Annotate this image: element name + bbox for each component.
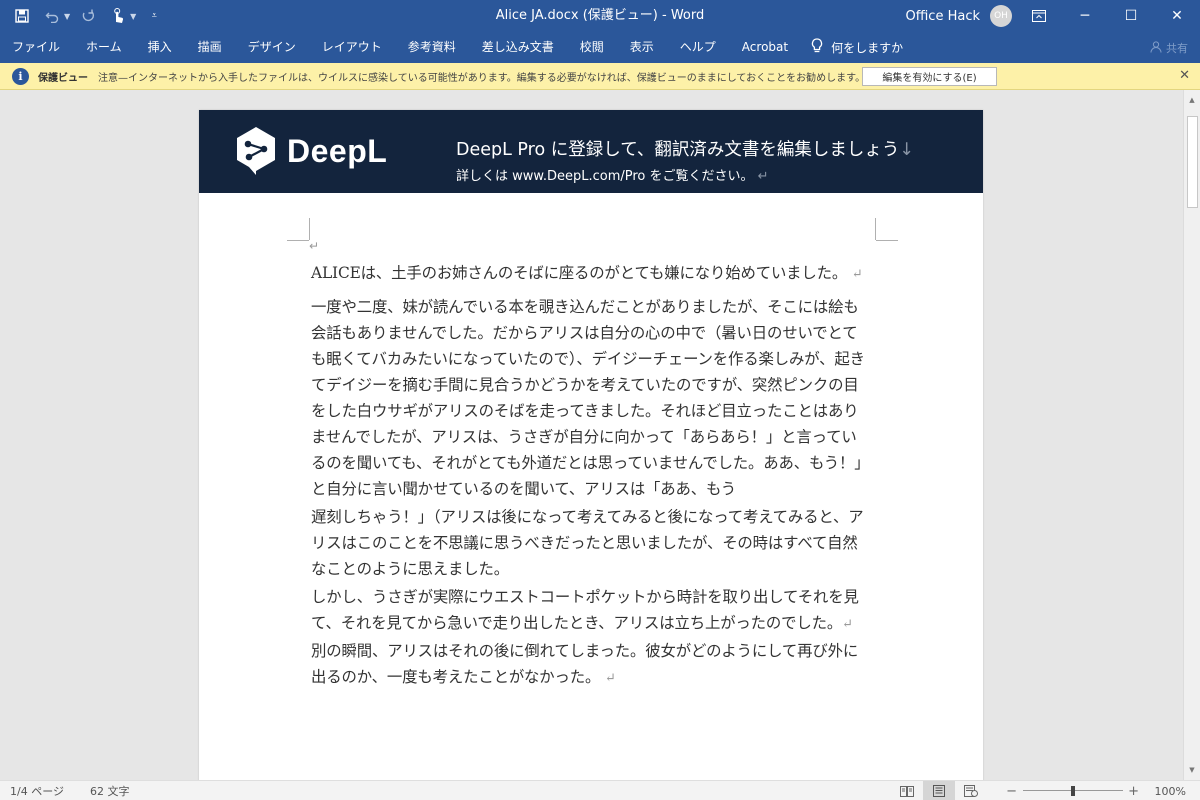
read-mode-icon[interactable]	[891, 781, 923, 800]
paragraph: しかし、うさぎが実際にウエストコートポケットから時計を取り出してそれを見て、それ…	[311, 584, 867, 638]
share-button[interactable]: 共有	[1150, 40, 1188, 56]
redo-icon[interactable]	[76, 4, 100, 28]
crop-mark	[876, 240, 898, 241]
word-count[interactable]: 62 文字	[90, 783, 130, 799]
paragraph-text: 一度や二度、妹が読んでいる本を覗き込んだことがありましたが、そこには絵も会話もあ…	[311, 298, 865, 498]
tab-draw[interactable]: 描画	[185, 32, 235, 63]
paragraph: 遅刻しちゃう！」（アリスは後になって考えてみると後になって考えてみると、アリスは…	[311, 504, 867, 584]
scroll-down-icon[interactable]: ▼	[1184, 762, 1200, 778]
deepl-logo-icon	[237, 127, 275, 175]
paragraph-text: ALICEは、土手のお姉さんのそばに座るのがとても嫌になり始めていました。	[311, 264, 848, 282]
paragraph-text: しかし、うさぎが実際にウエストコートポケットから時計を取り出してそれを見て、それ…	[311, 588, 859, 632]
page-count[interactable]: 1/4 ページ	[10, 783, 64, 799]
undo-icon[interactable]	[40, 4, 64, 28]
maximize-button[interactable]: ☐	[1108, 0, 1154, 32]
crop-mark	[875, 218, 876, 240]
undo-dropdown-icon[interactable]: ▼	[64, 12, 70, 21]
banner-subline: 詳しくは www.DeepL.com/Pro をご覧ください。 ↵	[456, 165, 769, 184]
paragraph: ALICEは、土手のお姉さんのそばに座るのがとても嫌になり始めていました。 ↵	[311, 260, 867, 288]
tab-file[interactable]: ファイル	[0, 32, 73, 63]
tab-help[interactable]: ヘルプ	[667, 32, 729, 63]
view-and-zoom-controls: − + 100%	[891, 781, 1186, 800]
paragraph-text: 別の瞬間、アリスはそれの後に倒れてしまった。彼女がどのようにして再び外に出るのか…	[311, 642, 859, 686]
enable-editing-button[interactable]: 編集を有効にする(E)	[862, 67, 997, 86]
title-bar: ▼ ▼ ⩡ Alice JA.docx (保護ビュー) - Word Offic…	[0, 0, 1200, 32]
document-page[interactable]: DeepL DeepL Pro に登録して、翻訳済み文書を編集しましょう↓ 詳し…	[199, 110, 983, 780]
touch-mode-icon[interactable]	[106, 4, 130, 28]
crop-mark	[309, 218, 310, 240]
zoom-out-button[interactable]: −	[1005, 784, 1019, 799]
info-icon: i	[12, 67, 29, 85]
paragraph-mark: ↵	[309, 239, 320, 253]
ribbon-display-options-icon[interactable]	[1016, 0, 1062, 32]
tab-references[interactable]: 参考資料	[395, 32, 469, 63]
banner-headline: DeepL Pro に登録して、翻訳済み文書を編集しましょう↓	[456, 136, 914, 161]
save-icon[interactable]	[10, 4, 34, 28]
tell-me-label: 何をしますか	[831, 41, 904, 55]
deepl-logo-text: DeepL	[287, 132, 388, 169]
tab-view[interactable]: 表示	[617, 32, 667, 63]
status-bar: 1/4 ページ 62 文字 − + 100%	[0, 780, 1200, 800]
lightbulb-icon	[811, 38, 823, 57]
zoom-level[interactable]: 100%	[1155, 785, 1186, 798]
scroll-up-icon[interactable]: ▲	[1184, 92, 1200, 108]
ribbon-tabs: ファイル ホーム 挿入 描画 デザイン レイアウト 参考資料 差し込み文書 校閲…	[0, 32, 1200, 63]
paragraph-mark: ↵	[605, 671, 616, 686]
zoom-slider-handle[interactable]	[1070, 786, 1075, 796]
window-controls: ─ ☐ ✕	[1016, 0, 1200, 32]
close-icon[interactable]: ✕	[1179, 68, 1190, 83]
protected-view-bar: i 保護ビュー 注意—インターネットから入手したファイルは、ウイルスに感染してい…	[0, 63, 1200, 90]
quick-access-toolbar: ▼ ▼ ⩡	[10, 0, 166, 32]
user-name: Office Hack	[905, 8, 981, 24]
vertical-scrollbar[interactable]: ▲ ▼	[1183, 90, 1200, 780]
web-layout-icon[interactable]	[955, 781, 987, 800]
tab-layout[interactable]: レイアウト	[309, 32, 395, 63]
share-label: 共有	[1166, 42, 1188, 55]
protected-view-message: 注意—インターネットから入手したファイルは、ウイルスに感染している可能性がありま…	[98, 72, 866, 84]
banner-headline-text: DeepL Pro に登録して、翻訳済み文書を編集しましょう	[456, 140, 900, 160]
tab-mailings[interactable]: 差し込み文書	[469, 32, 567, 63]
tab-home[interactable]: ホーム	[73, 32, 135, 63]
scroll-thumb[interactable]	[1187, 116, 1198, 208]
minimize-button[interactable]: ─	[1062, 0, 1108, 32]
tab-design[interactable]: デザイン	[235, 32, 309, 63]
paragraph-mark: ↵	[757, 169, 769, 184]
avatar[interactable]: OH	[990, 5, 1012, 27]
paragraph-text: 遅刻しちゃう！」（アリスは後になって考えてみると後になって考えてみると、アリスは…	[311, 508, 864, 578]
person-icon	[1150, 40, 1162, 56]
tab-acrobat[interactable]: Acrobat	[729, 32, 801, 63]
customize-qat-icon[interactable]: ⩡	[142, 4, 166, 28]
close-button[interactable]: ✕	[1154, 0, 1200, 32]
document-body[interactable]: ALICEは、土手のお姉さんのそばに座るのがとても嫌になり始めていました。 ↵ …	[311, 260, 867, 692]
tab-review[interactable]: 校閲	[567, 32, 617, 63]
touch-dropdown-icon[interactable]: ▼	[130, 12, 136, 21]
line-break-mark: ↓	[899, 140, 915, 160]
banner-subline-text: 詳しくは www.DeepL.com/Pro をご覧ください。	[456, 169, 754, 184]
zoom-in-button[interactable]: +	[1127, 784, 1141, 799]
user-account[interactable]: Office Hack OH	[905, 0, 1012, 32]
document-area[interactable]: DeepL DeepL Pro に登録して、翻訳済み文書を編集しましょう↓ 詳し…	[0, 90, 1183, 780]
zoom-slider[interactable]	[1022, 781, 1123, 800]
tab-insert[interactable]: 挿入	[135, 32, 185, 63]
deepl-logo: DeepL	[235, 126, 387, 176]
paragraph: 一度や二度、妹が読んでいる本を覗き込んだことがありましたが、そこには絵も会話もあ…	[311, 294, 867, 504]
paragraph-mark: ↵	[842, 617, 853, 632]
deepl-banner: DeepL DeepL Pro に登録して、翻訳済み文書を編集しましょう↓ 詳し…	[199, 110, 983, 193]
paragraph: 別の瞬間、アリスはそれの後に倒れてしまった。彼女がどのようにして再び外に出るのか…	[311, 638, 867, 692]
print-layout-icon[interactable]	[922, 781, 955, 800]
tell-me-box[interactable]: 何をしますか	[801, 38, 903, 57]
protected-view-title: 保護ビュー	[38, 72, 88, 84]
crop-mark	[287, 240, 309, 241]
paragraph-mark: ↵	[851, 267, 863, 282]
